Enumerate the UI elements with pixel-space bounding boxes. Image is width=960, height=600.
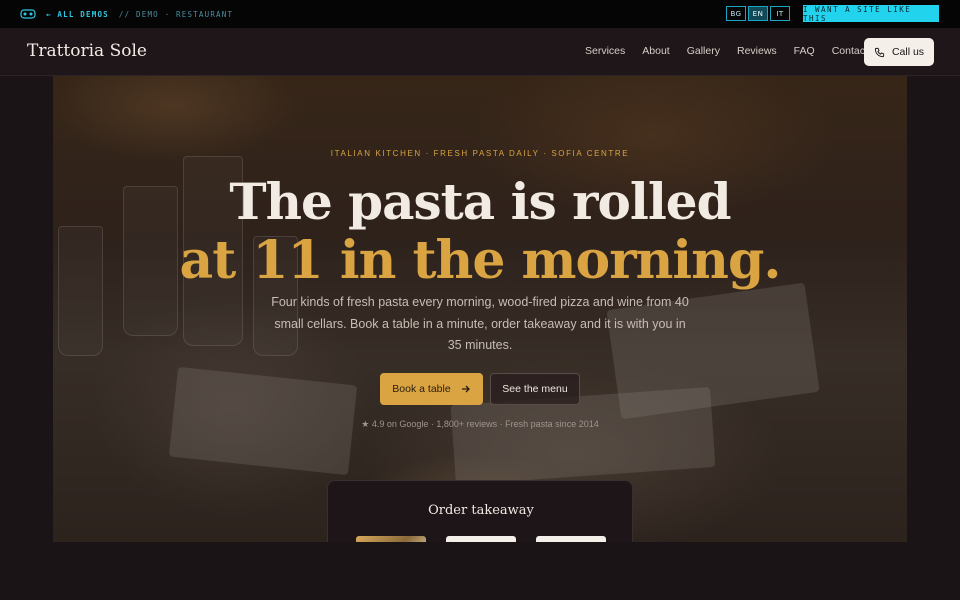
lang-bg-button[interactable]: BG (726, 6, 746, 21)
demo-logo-icon (20, 9, 36, 19)
takeaway-item-image[interactable] (356, 536, 426, 542)
arrow-right-icon (461, 385, 470, 393)
site-header: Trattoria Sole Services About Gallery Re… (0, 28, 960, 76)
lang-en-button[interactable]: EN (748, 6, 768, 21)
takeaway-card: Order takeaway (327, 480, 633, 542)
takeaway-title: Order takeaway (428, 503, 534, 518)
lang-it-button[interactable]: IT (770, 6, 790, 21)
hero-lede: Four kinds of fresh pasta every morning,… (271, 295, 689, 352)
hero-headline-line1: The pasta is rolled (229, 172, 731, 231)
hero-section: ITALIAN KITCHEN · FRESH PASTA DAILY · SO… (53, 76, 907, 542)
book-table-label: Book a table (392, 383, 451, 395)
hero-headline-line2: at 11 in the morning. (179, 230, 782, 291)
demo-breadcrumb: // DEMO · RESTAURANT (118, 9, 234, 19)
rating-line: ★ 4.9 on Google · 1,800+ reviews · Fresh… (361, 419, 599, 429)
takeaway-item-card[interactable] (446, 536, 516, 542)
nav-reviews-link[interactable]: Reviews (737, 45, 777, 57)
all-demos-link[interactable]: ← ALL DEMOS (46, 10, 109, 19)
nav-faq-link[interactable]: FAQ (794, 45, 815, 57)
takeaway-item-card[interactable] (536, 536, 606, 542)
want-site-button[interactable]: I WANT A SITE LIKE THIS (803, 5, 939, 23)
brand-logo[interactable]: Trattoria Sole (27, 41, 147, 61)
language-switcher: BG EN IT (726, 6, 790, 21)
nav-about-link[interactable]: About (642, 45, 669, 57)
main-menu: Services About Gallery Reviews FAQ Conta… (585, 45, 885, 57)
hero-eyebrow: ITALIAN KITCHEN · FRESH PASTA DAILY · SO… (330, 149, 630, 158)
nav-services-link[interactable]: Services (585, 45, 625, 57)
phone-icon (874, 47, 885, 57)
call-us-button[interactable]: Call us (864, 38, 934, 66)
nav-contact-link[interactable]: Contact (832, 45, 868, 57)
call-us-label: Call us (891, 46, 925, 58)
see-menu-button[interactable]: See the menu (490, 373, 580, 405)
nav-gallery-link[interactable]: Gallery (687, 45, 720, 57)
book-table-button[interactable]: Book a table (380, 373, 483, 405)
